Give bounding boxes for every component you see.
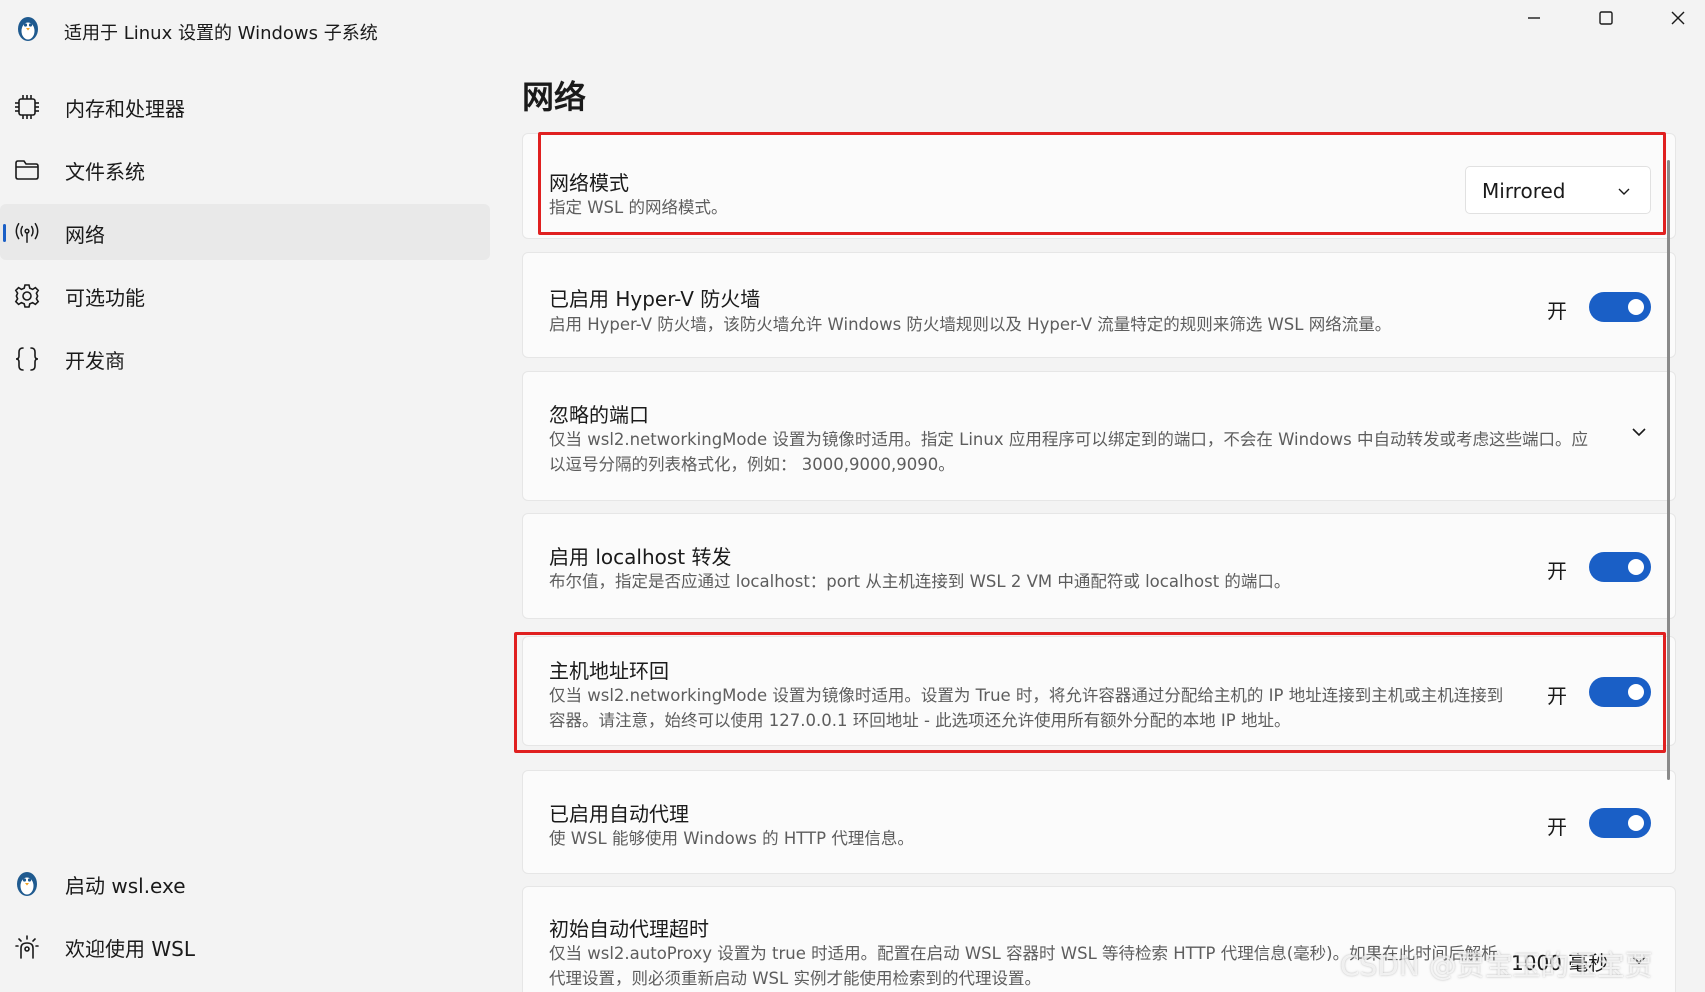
window-title: 适用于 Linux 设置的 Windows 子系统 (64, 23, 378, 44)
sidebar-item-network[interactable]: 网络 (0, 204, 490, 260)
sidebar-item-label: 欢迎使用 WSL (65, 937, 195, 961)
sidebar-item-memory-processor[interactable]: 内存和处理器 (0, 78, 490, 134)
setting-description: 指定 WSL 的网络模式。 (549, 198, 728, 217)
close-button[interactable] (1642, 0, 1705, 36)
network-icon (14, 220, 40, 246)
dropdown-value: Mirrored (1482, 179, 1566, 203)
setting-title: 启用 localhost 转发 (549, 545, 732, 569)
setting-host-address-loopback: 主机地址环回 仅当 wsl2.networkingMode 设置为镜像时适用。设… (522, 636, 1676, 746)
toggle-knob (1628, 559, 1644, 575)
setting-title: 初始自动代理超时 (549, 917, 709, 941)
setting-hyperv-firewall: 已启用 Hyper-V 防火墙 启用 Hyper-V 防火墙，该防火墙允许 Wi… (522, 252, 1676, 358)
braces-icon (14, 346, 40, 372)
sidebar-item-label: 可选功能 (65, 286, 145, 310)
setting-title: 主机地址环回 (549, 659, 669, 683)
chevron-down-icon (1616, 183, 1632, 203)
setting-auto-proxy: 已启用自动代理 使 WSL 能够使用 Windows 的 HTTP 代理信息。 … (522, 770, 1676, 874)
toggle-state-label: 开 (1547, 815, 1567, 839)
minimize-button[interactable] (1498, 0, 1570, 36)
sidebar-item-label: 内存和处理器 (65, 97, 185, 121)
auto-proxy-toggle[interactable] (1589, 808, 1651, 838)
host-address-loopback-toggle[interactable] (1589, 677, 1651, 707)
setting-description: 仅当 wsl2.networkingMode 设置为镜像时适用。设置为 True… (549, 686, 1504, 730)
title-bar: 适用于 Linux 设置的 Windows 子系统 (0, 0, 1705, 60)
page-title: 网络 (522, 78, 587, 116)
sidebar-item-label: 网络 (65, 223, 105, 247)
setting-ignored-ports: 忽略的端口 仅当 wsl2.networkingMode 设置为镜像时适用。指定… (522, 371, 1676, 501)
toggle-knob (1628, 815, 1644, 831)
penguin-icon (14, 871, 40, 897)
setting-localhost-forwarding: 启用 localhost 转发 布尔值，指定是否应通过 localhost：po… (522, 513, 1676, 619)
folder-icon (14, 157, 40, 183)
cpu-icon (14, 94, 40, 120)
setting-description: 仅当 wsl2.networkingMode 设置为镜像时适用。指定 Linux… (549, 430, 1588, 474)
toggle-knob (1628, 299, 1644, 315)
maximize-button[interactable] (1570, 0, 1642, 36)
watermark: CSDN @贾宝玉的玉宝贾 (1340, 949, 1653, 982)
penguin-icon (16, 16, 40, 41)
toggle-state-label: 开 (1547, 299, 1567, 323)
sidebar-item-label: 启动 wsl.exe (65, 874, 186, 898)
setting-description: 使 WSL 能够使用 Windows 的 HTTP 代理信息。 (549, 829, 914, 848)
toggle-state-label: 开 (1547, 684, 1567, 708)
scrollbar[interactable] (1667, 160, 1670, 780)
sidebar-item-welcome[interactable]: 欢迎使用 WSL (0, 918, 490, 974)
localhost-forwarding-toggle[interactable] (1589, 552, 1651, 582)
setting-title: 网络模式 (549, 171, 629, 195)
setting-title: 忽略的端口 (549, 403, 649, 427)
networking-mode-dropdown[interactable]: Mirrored (1465, 166, 1651, 214)
setting-description: 启用 Hyper-V 防火墙，该防火墙允许 Windows 防火墙规则以及 Hy… (549, 315, 1392, 334)
selection-indicator (3, 224, 6, 242)
sidebar-item-label: 开发商 (65, 349, 125, 373)
sidebar-item-filesystem[interactable]: 文件系统 (0, 141, 490, 197)
hyperv-firewall-toggle[interactable] (1589, 292, 1651, 322)
setting-networking-mode: 网络模式 指定 WSL 的网络模式。 Mirrored (522, 133, 1676, 239)
sidebar-item-label: 文件系统 (65, 160, 145, 184)
sidebar-item-developer[interactable]: 开发商 (0, 330, 490, 386)
setting-title: 已启用自动代理 (549, 802, 689, 826)
setting-title: 已启用 Hyper-V 防火墙 (549, 287, 761, 311)
sidebar-item-optional-features[interactable]: 可选功能 (0, 267, 490, 323)
setting-description: 布尔值，指定是否应通过 localhost：port 从主机连接到 WSL 2 … (549, 572, 1291, 591)
toggle-state-label: 开 (1547, 559, 1567, 583)
welcome-icon (14, 934, 40, 960)
gear-icon (14, 283, 40, 309)
toggle-knob (1628, 684, 1644, 700)
sidebar-item-launch-wsl[interactable]: 启动 wsl.exe (0, 855, 490, 911)
chevron-down-icon[interactable] (1629, 422, 1649, 446)
